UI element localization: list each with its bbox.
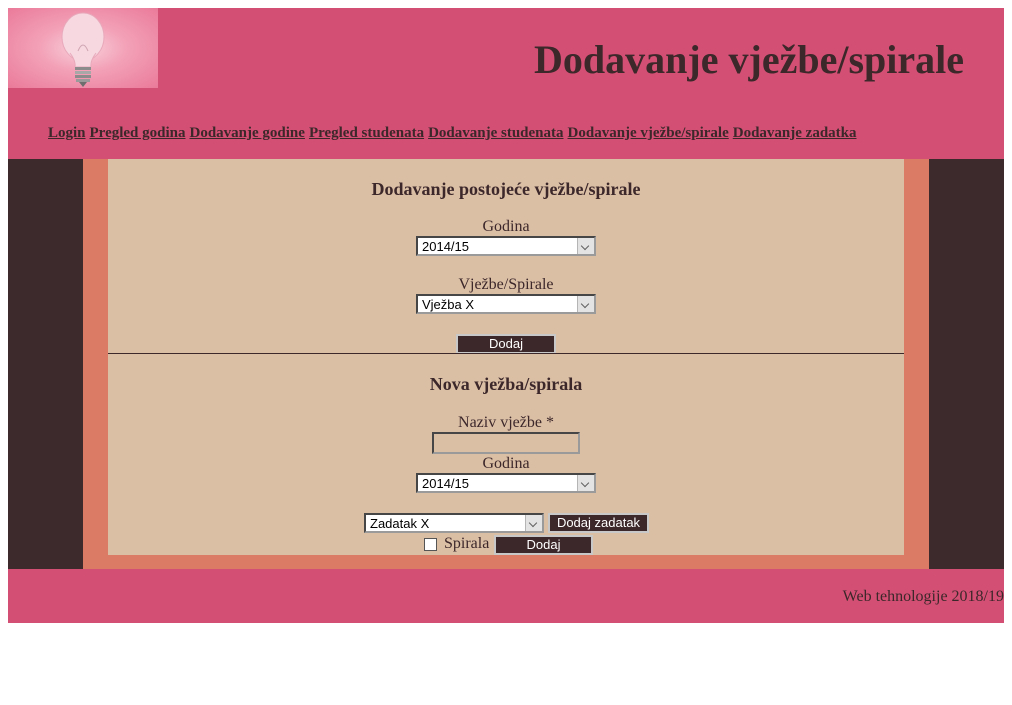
add-task-button[interactable]: Dodaj zadatak (548, 513, 649, 533)
nav-link-dodavanje-zadatka[interactable]: Dodavanje zadatka (733, 125, 857, 141)
new-godina-value: 2014/15 (422, 476, 469, 491)
naziv-label: Naziv vježbe * (458, 414, 554, 431)
spirala-checkbox[interactable] (424, 538, 437, 551)
vjezbe-value: Vježba X (422, 297, 475, 312)
nav-link-login[interactable]: Login (48, 125, 86, 141)
main-nav: Login Pregled godina Dodavanje godine Pregl… (48, 125, 861, 142)
nav-link-dodavanje-vjezbe[interactable]: Dodavanje vježbe/spirale (568, 125, 729, 141)
zadatak-select[interactable]: Zadatak X (364, 513, 544, 533)
header: Dodavanje vježbe/spirale Login Pregled go… (8, 8, 1004, 159)
existing-godina-value: 2014/15 (422, 239, 469, 254)
content-frame: Dodavanje postojeće vježbe/spirale Godin… (83, 159, 929, 569)
new-godina-label: Godina (482, 455, 530, 472)
chevron-down-icon (577, 238, 594, 254)
existing-godina-label: Godina (482, 218, 530, 235)
vjezbe-label: Vježbe/Spirale (458, 276, 554, 293)
existing-add-button[interactable]: Dodaj (456, 334, 556, 354)
footer: Web tehnologije 2018/19 (8, 569, 1004, 623)
nav-link-pregled-godina[interactable]: Pregled godina (90, 125, 186, 141)
chevron-down-icon (577, 475, 594, 491)
spirala-label: Spirala (444, 535, 490, 552)
footer-text: Web tehnologije 2018/19 (842, 588, 1004, 605)
page-title: Dodavanje vježbe/spirale (534, 37, 964, 82)
section-divider (108, 353, 904, 354)
vjezbe-select[interactable]: Vježba X (416, 294, 596, 314)
page: Dodavanje vježbe/spirale Login Pregled go… (8, 8, 1004, 623)
new-godina-select[interactable]: 2014/15 (416, 473, 596, 493)
existing-section-title: Dodavanje postojeće vježbe/spirale (371, 179, 641, 199)
nav-link-dodavanje-studenata[interactable]: Dodavanje studenata (428, 125, 563, 141)
nav-link-pregled-studenata[interactable]: Pregled studenata (309, 125, 424, 141)
chevron-down-icon (577, 296, 594, 312)
new-add-button[interactable]: Dodaj (494, 535, 593, 555)
new-section-title: Nova vježba/spirala (429, 374, 583, 394)
naziv-input[interactable] (432, 432, 580, 454)
content-panel: Dodavanje postojeće vježbe/spirale Godin… (108, 159, 904, 555)
lightbulb-icon (61, 12, 105, 87)
existing-godina-select[interactable]: 2014/15 (416, 236, 596, 256)
nav-link-dodavanje-godine[interactable]: Dodavanje godine (190, 125, 305, 141)
zadatak-value: Zadatak X (370, 516, 430, 531)
logo (8, 8, 158, 88)
main-area: Dodavanje postojeće vježbe/spirale Godin… (8, 159, 1004, 569)
chevron-down-icon (525, 515, 542, 531)
